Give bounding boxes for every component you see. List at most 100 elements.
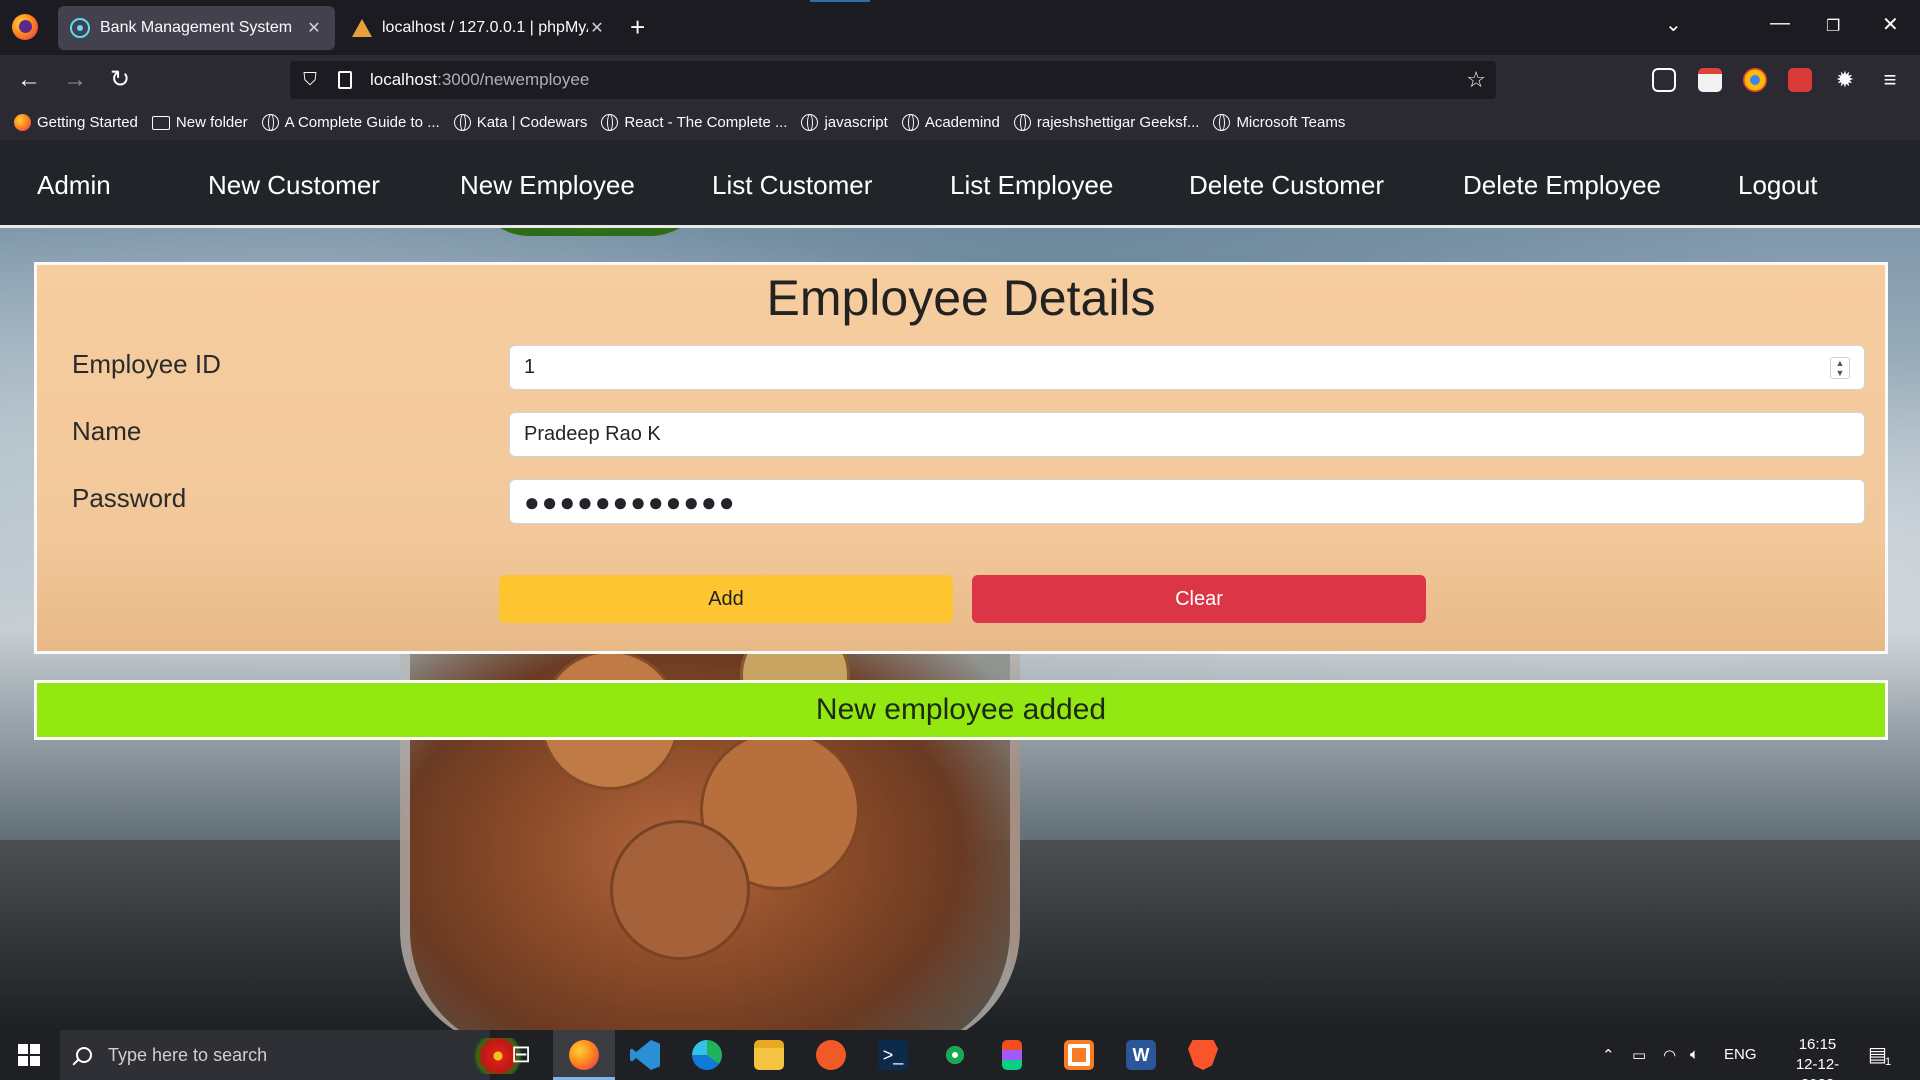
pocket-icon[interactable] bbox=[1652, 68, 1676, 92]
mongodb-compass-icon[interactable] bbox=[940, 1040, 970, 1070]
brave-icon[interactable] bbox=[1188, 1040, 1218, 1070]
react-icon bbox=[70, 18, 90, 38]
figma-icon[interactable] bbox=[1002, 1040, 1022, 1070]
file-explorer-icon[interactable] bbox=[754, 1040, 784, 1070]
close-tab-icon[interactable]: ✕ bbox=[305, 18, 323, 38]
form-title: Employee Details bbox=[766, 270, 1156, 326]
bookmark-codewars[interactable]: Kata | Codewars bbox=[453, 114, 588, 131]
reload-icon[interactable]: ↻ bbox=[105, 67, 135, 93]
password-label: Password bbox=[72, 483, 187, 513]
bookmark-academind[interactable]: Academind bbox=[901, 114, 1000, 131]
number-spinner-icon[interactable]: ▲ ▼ bbox=[1830, 357, 1850, 379]
nav-delete-employee[interactable]: Delete Employee bbox=[1463, 170, 1661, 201]
employee-id-input[interactable]: 1 ▲ ▼ bbox=[509, 345, 1865, 390]
employee-id-label: Employee ID bbox=[72, 349, 221, 379]
browser-tabbar: Bank Management System ✕ localhost / 127… bbox=[0, 0, 1920, 55]
globe-icon bbox=[801, 114, 819, 131]
nav-admin[interactable]: Admin bbox=[37, 170, 111, 201]
shield-icon[interactable]: ⛉ bbox=[300, 69, 320, 91]
bookmark-getting-started[interactable]: Getting Started bbox=[14, 114, 138, 131]
bookmark-star-icon[interactable]: ☆ bbox=[1466, 67, 1486, 93]
bookmark-label: React - The Complete ... bbox=[624, 114, 788, 131]
windows-start-icon[interactable] bbox=[18, 1044, 40, 1066]
taskbar-search[interactable]: Type here to search bbox=[60, 1030, 528, 1080]
globe-icon bbox=[1213, 114, 1231, 131]
name-input[interactable]: Pradeep Rao K bbox=[509, 412, 1865, 457]
firefox-menu-icon[interactable] bbox=[12, 14, 38, 40]
coin bbox=[610, 820, 750, 960]
bookmark-label: rajeshshettigar Geeksf... bbox=[1036, 114, 1200, 131]
task-view-icon[interactable]: ⊟ bbox=[506, 1040, 536, 1070]
name-value: Pradeep Rao K bbox=[524, 423, 661, 445]
url-path: :3000/newemployee bbox=[437, 70, 590, 89]
hamburger-menu-icon[interactable]: ≡ bbox=[1878, 68, 1902, 92]
bookmark-new-folder[interactable]: New folder bbox=[151, 114, 248, 131]
windows-taskbar: Type here to search ⊟ >_ W ⌃ ▭ ◠ 🔈︎ ENG … bbox=[0, 1030, 1920, 1080]
language-indicator[interactable]: ENG bbox=[1724, 1046, 1757, 1063]
nav-list-customer[interactable]: List Customer bbox=[712, 170, 872, 201]
word-icon[interactable]: W bbox=[1126, 1040, 1156, 1070]
bookmark-complete-guide[interactable]: A Complete Guide to ... bbox=[261, 114, 440, 131]
minimize-icon[interactable]: — bbox=[1770, 12, 1790, 35]
bookmark-javascript[interactable]: javascript bbox=[801, 114, 888, 131]
close-tab-icon[interactable]: ✕ bbox=[588, 18, 606, 38]
globe-icon bbox=[1013, 114, 1031, 131]
add-button[interactable]: Add bbox=[499, 575, 953, 623]
wifi-icon[interactable]: ◠ bbox=[1663, 1046, 1676, 1064]
bookmark-label: javascript bbox=[824, 114, 888, 131]
page-icon[interactable] bbox=[338, 71, 352, 89]
bookmark-label: New folder bbox=[175, 114, 248, 131]
extensions-gear-icon[interactable]: ✹ bbox=[1833, 68, 1857, 92]
nav-delete-customer[interactable]: Delete Customer bbox=[1189, 170, 1384, 201]
new-tab-button[interactable]: + bbox=[630, 12, 645, 43]
xampp-icon[interactable] bbox=[1064, 1040, 1094, 1070]
bookmark-label: Kata | Codewars bbox=[476, 114, 588, 131]
phpmyadmin-icon bbox=[352, 18, 372, 38]
nav-list-employee[interactable]: List Employee bbox=[950, 170, 1113, 201]
volume-icon[interactable]: 🔈︎ bbox=[1690, 1046, 1699, 1063]
app-navbar: Admin New Customer New Employee List Cus… bbox=[0, 140, 1920, 228]
vscode-icon[interactable] bbox=[630, 1040, 660, 1070]
battery-icon[interactable]: ▭ bbox=[1632, 1046, 1646, 1064]
url-text[interactable]: localhost:3000/newemployee bbox=[370, 70, 589, 90]
password-input[interactable]: ●●●●●●●●●●●● bbox=[509, 479, 1865, 524]
globe-icon bbox=[453, 114, 471, 131]
nav-logout[interactable]: Logout bbox=[1738, 170, 1818, 201]
clock-date: 12-12-2022 bbox=[1795, 1056, 1840, 1080]
chrome-extension-icon[interactable] bbox=[1743, 68, 1767, 92]
powershell-icon[interactable]: >_ bbox=[878, 1040, 908, 1070]
firefox-taskbar-icon[interactable] bbox=[569, 1040, 599, 1070]
bookmark-label: Academind bbox=[924, 114, 1000, 131]
bookmark-label: A Complete Guide to ... bbox=[284, 114, 440, 131]
bookmark-microsoft-teams[interactable]: Microsoft Teams bbox=[1213, 114, 1345, 131]
forward-icon[interactable]: → bbox=[60, 67, 90, 93]
address-bar[interactable]: ⛉ localhost:3000/newemployee ☆ bbox=[290, 61, 1496, 99]
bookmarks-bar: Getting Started New folder A Complete Gu… bbox=[0, 105, 1920, 140]
list-all-tabs-icon[interactable]: ⌄ bbox=[1665, 12, 1682, 37]
tab-phpmyadmin[interactable]: localhost / 127.0.0.1 | phpMyAd ✕ bbox=[340, 6, 618, 50]
bookmark-geeksforgeeks[interactable]: rajeshshettigar Geeksf... bbox=[1013, 114, 1200, 131]
close-window-icon[interactable]: ✕ bbox=[1882, 12, 1899, 37]
employee-form-card: Employee Details Employee ID 1 ▲ ▼ Name P… bbox=[34, 262, 1888, 654]
red-extension-icon[interactable] bbox=[1788, 68, 1812, 92]
taskbar-clock[interactable]: 16:15 12-12-2022 bbox=[1780, 1035, 1855, 1080]
tab-title: Bank Management System bbox=[100, 19, 293, 36]
calendar-extension-icon[interactable] bbox=[1698, 68, 1722, 92]
show-hidden-icons-icon[interactable]: ⌃ bbox=[1602, 1046, 1615, 1064]
tab-title: localhost / 127.0.0.1 | phpMyAd bbox=[382, 19, 588, 36]
nav-new-employee[interactable]: New Employee bbox=[460, 170, 635, 201]
clear-button[interactable]: Clear bbox=[972, 575, 1426, 623]
edge-icon[interactable] bbox=[692, 1040, 722, 1070]
bookmark-label: Getting Started bbox=[37, 114, 138, 131]
globe-icon bbox=[601, 114, 619, 131]
restore-icon[interactable]: ❐ bbox=[1826, 16, 1840, 36]
tab-bank-management[interactable]: Bank Management System ✕ bbox=[58, 6, 335, 50]
bookmark-react[interactable]: React - The Complete ... bbox=[601, 114, 787, 131]
postman-icon[interactable] bbox=[816, 1040, 846, 1070]
employee-id-value: 1 bbox=[524, 356, 536, 378]
background-coin-jar bbox=[400, 610, 1020, 1030]
nav-new-customer[interactable]: New Customer bbox=[208, 170, 380, 201]
browser-navbar: ← → ↻ ⛉ localhost:3000/newemployee ☆ ✹ ≡ bbox=[0, 55, 1920, 105]
globe-icon bbox=[901, 114, 919, 131]
back-icon[interactable]: ← bbox=[14, 67, 44, 93]
